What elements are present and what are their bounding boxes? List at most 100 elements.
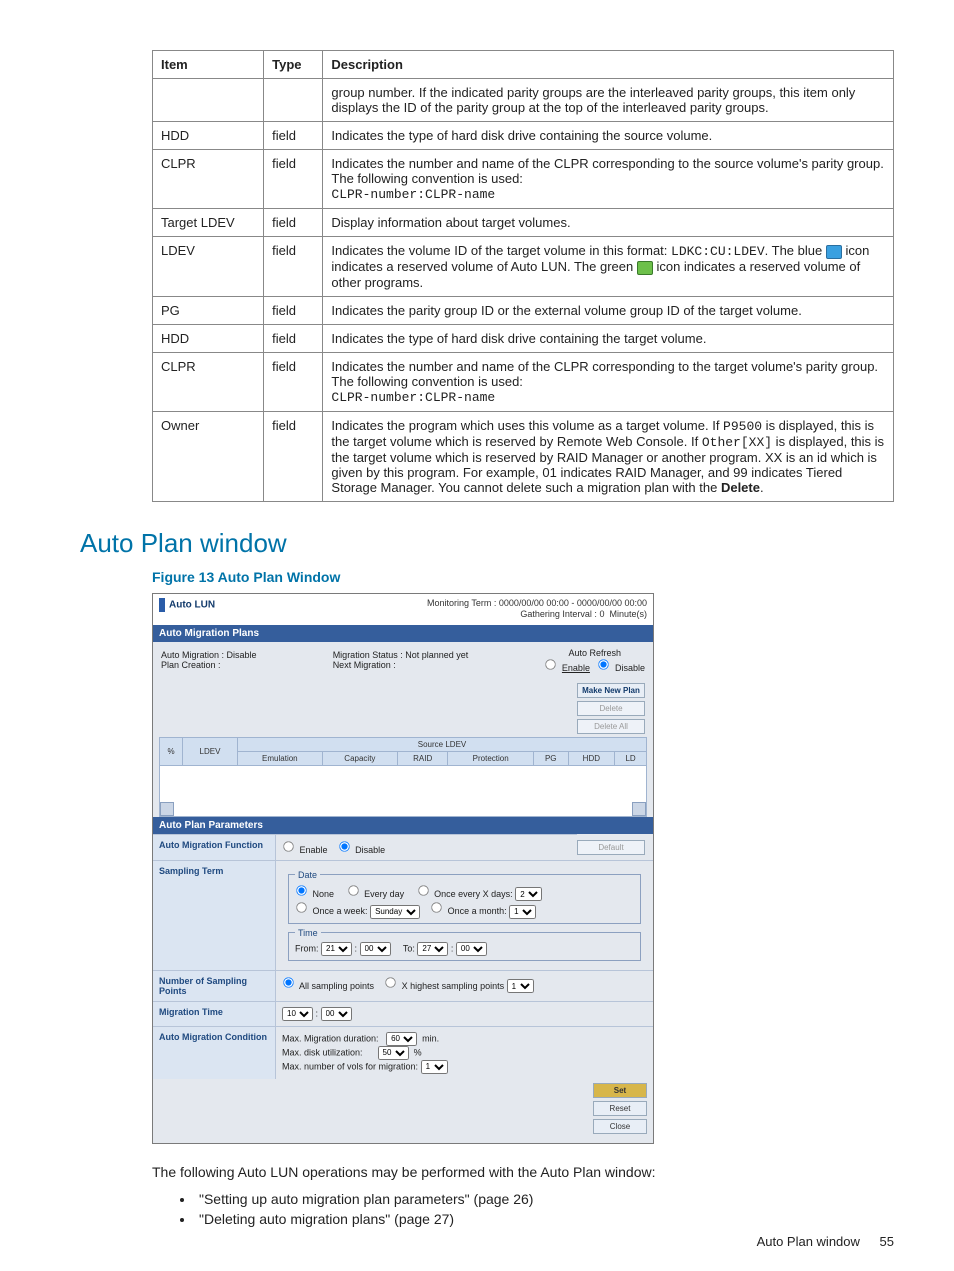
- auto-refresh-label: Auto Refresh: [568, 648, 621, 658]
- cell-type: field: [264, 122, 323, 150]
- sampling-term-label: Sampling Term: [153, 861, 276, 970]
- next-migration-label: Next Migration :: [333, 660, 396, 670]
- default-button[interactable]: Default: [577, 840, 645, 855]
- auto-migration-value: Disable: [227, 650, 257, 660]
- auto-refresh-enable[interactable]: Enable: [544, 663, 590, 673]
- auto-migration-fn-label: Auto Migration Function: [153, 835, 276, 860]
- from-h[interactable]: 21: [321, 942, 352, 956]
- nsp-xhighest[interactable]: X highest sampling points: [384, 981, 504, 991]
- cell-item: PG: [153, 296, 264, 324]
- mig-h[interactable]: 10: [282, 1007, 313, 1021]
- title-stripe-icon: [159, 598, 165, 612]
- cell-desc: Display information about target volumes…: [323, 209, 894, 237]
- cell-item: [153, 79, 264, 122]
- th-item: Item: [153, 51, 264, 79]
- month-select[interactable]: 1: [509, 905, 536, 919]
- set-button[interactable]: Set: [593, 1083, 647, 1098]
- max-duration-select[interactable]: 60: [386, 1032, 417, 1046]
- section-heading: Auto Plan window: [80, 528, 894, 559]
- auto-refresh-disable[interactable]: Disable: [597, 663, 645, 673]
- scroll-right-icon[interactable]: [632, 802, 646, 816]
- cell-desc: Indicates the number and name of the CLP…: [323, 150, 894, 209]
- cell-type: field: [264, 411, 323, 501]
- date-onceweek[interactable]: Once a week:: [295, 906, 368, 916]
- cell-item: CLPR: [153, 150, 264, 209]
- date-none[interactable]: None: [295, 889, 334, 899]
- table-row: PGfieldIndicates the parity group ID or …: [153, 296, 894, 324]
- cell-item: HDD: [153, 122, 264, 150]
- delete-all-button[interactable]: Delete All: [577, 719, 645, 734]
- field-spec-table: Item Type Description group number. If t…: [152, 50, 894, 502]
- max-vols-select[interactable]: 1: [421, 1060, 448, 1074]
- xdays-select[interactable]: 2: [515, 887, 542, 901]
- fn-disable[interactable]: Disable: [338, 845, 386, 855]
- migration-status-value: Not planned yet: [405, 650, 468, 660]
- date-xdays[interactable]: Once every X days:: [417, 889, 513, 899]
- max-disk-select[interactable]: 50: [378, 1046, 409, 1060]
- th-desc: Description: [323, 51, 894, 79]
- date-everyday[interactable]: Every day: [347, 889, 405, 899]
- list-item: "Deleting auto migration plans" (page 27…: [195, 1211, 894, 1227]
- from-m[interactable]: 00: [360, 942, 391, 956]
- footer-page: 55: [880, 1234, 894, 1249]
- cell-type: field: [264, 150, 323, 209]
- table-row: group number. If the indicated parity gr…: [153, 79, 894, 122]
- cell-desc: Indicates the type of hard disk drive co…: [323, 324, 894, 352]
- cell-item: LDEV: [153, 237, 264, 297]
- cell-type: field: [264, 352, 323, 411]
- table-row: LDEVfieldIndicates the volume ID of the …: [153, 237, 894, 297]
- body-paragraph: The following Auto LUN operations may be…: [152, 1162, 894, 1183]
- nsp-label: Number of Sampling Points: [153, 971, 276, 1001]
- auto-mig-cond-label: Auto Migration Condition: [153, 1027, 276, 1079]
- monitoring-term-label: Monitoring Term :: [427, 598, 496, 608]
- table-row: CLPRfieldIndicates the number and name o…: [153, 150, 894, 209]
- delete-button[interactable]: Delete: [577, 701, 645, 716]
- reserved-autolun-icon: [826, 245, 842, 259]
- cell-type: [264, 79, 323, 122]
- auto-migration-label: Auto Migration :: [161, 650, 224, 660]
- cell-desc: group number. If the indicated parity gr…: [323, 79, 894, 122]
- mig-m[interactable]: 00: [321, 1007, 352, 1021]
- scroll-left-icon[interactable]: [160, 802, 174, 816]
- nsp-all[interactable]: All sampling points: [282, 981, 374, 991]
- cell-item: HDD: [153, 324, 264, 352]
- table-row: HDDfieldIndicates the type of hard disk …: [153, 324, 894, 352]
- table-row: CLPRfieldIndicates the number and name o…: [153, 352, 894, 411]
- figure-caption: Figure 13 Auto Plan Window: [152, 569, 894, 585]
- date-oncemonth[interactable]: Once a month:: [430, 906, 507, 916]
- th-type: Type: [264, 51, 323, 79]
- params-header: Auto Plan Parameters: [153, 817, 653, 834]
- table-row: HDDfieldIndicates the type of hard disk …: [153, 122, 894, 150]
- cell-type: field: [264, 324, 323, 352]
- to-h[interactable]: 27: [417, 942, 448, 956]
- cell-desc: Indicates the type of hard disk drive co…: [323, 122, 894, 150]
- table-row: OwnerfieldIndicates the program which us…: [153, 411, 894, 501]
- cell-desc: Indicates the program which uses this vo…: [323, 411, 894, 501]
- reserved-other-icon: [637, 261, 653, 275]
- plans-header: Auto Migration Plans: [153, 625, 653, 642]
- fn-enable[interactable]: Enable: [282, 845, 328, 855]
- gathering-value: 0: [599, 609, 604, 619]
- th-source-ldev: Source LDEV: [238, 737, 647, 751]
- to-m[interactable]: 00: [456, 942, 487, 956]
- gathering-label: Gathering Interval :: [520, 609, 597, 619]
- migration-time-label: Migration Time: [153, 1002, 276, 1026]
- footer-title: Auto Plan window: [757, 1234, 860, 1249]
- cell-item: CLPR: [153, 352, 264, 411]
- reset-button[interactable]: Reset: [593, 1101, 647, 1116]
- list-item: "Setting up auto migration plan paramete…: [195, 1191, 894, 1207]
- close-button[interactable]: Close: [593, 1119, 647, 1134]
- cell-desc: Indicates the volume ID of the target vo…: [323, 237, 894, 297]
- cell-type: field: [264, 209, 323, 237]
- operations-list: "Setting up auto migration plan paramete…: [175, 1191, 894, 1227]
- plan-creation-label: Plan Creation :: [161, 660, 221, 670]
- make-new-plan-button[interactable]: Make New Plan: [577, 683, 645, 698]
- cell-item: Target LDEV: [153, 209, 264, 237]
- app-title: Auto LUN: [169, 599, 215, 610]
- source-ldev-grid: %LDEVSource LDEV EmulationCapacityRAID P…: [159, 737, 647, 766]
- nsp-x-select[interactable]: 1: [507, 979, 534, 993]
- cell-type: field: [264, 237, 323, 297]
- cell-desc: Indicates the parity group ID or the ext…: [323, 296, 894, 324]
- auto-plan-window: Auto LUN Monitoring Term : 0000/00/00 00…: [152, 593, 654, 1144]
- week-select[interactable]: Sunday: [370, 905, 420, 919]
